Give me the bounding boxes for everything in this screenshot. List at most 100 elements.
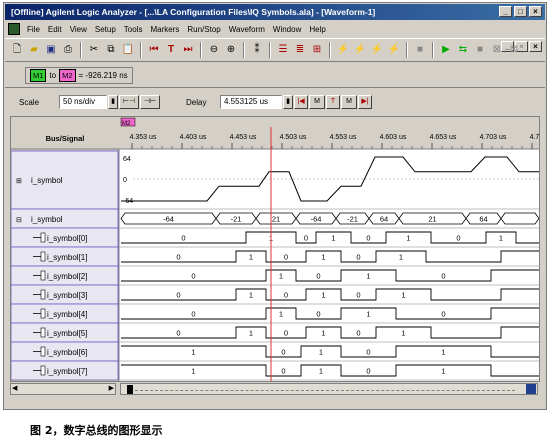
bit-value-label: 1 — [399, 253, 403, 262]
scroll-right-icon[interactable]: ▶ — [109, 384, 114, 392]
time-tick-label: 4.553 us — [330, 134, 357, 141]
bus-icon[interactable]: ≣ — [292, 42, 308, 58]
delay-marker-icon[interactable]: M — [309, 95, 325, 109]
time-tick-label: 4.603 us — [380, 134, 407, 141]
open-folder-icon[interactable]: ▰ — [26, 42, 42, 58]
delay-go-start-icon[interactable]: |◀ — [294, 95, 308, 109]
edge-icon-4[interactable]: ⚡ — [386, 42, 402, 58]
bit-value-label: 1 — [191, 367, 195, 376]
bit-value-label: 0 — [191, 272, 195, 281]
bit-value-label: 0 — [284, 291, 288, 300]
signal-icon — [40, 365, 46, 376]
run-repetitive-icon[interactable]: ⇆ — [455, 42, 471, 58]
menu-markers[interactable]: Markers — [146, 25, 183, 34]
delay-spin-icon[interactable]: ▮ — [283, 95, 293, 109]
trigger-icon[interactable]: T — [163, 42, 179, 58]
time-tick-label: 4.653 us — [430, 134, 457, 141]
time-scroll-thumb[interactable] — [127, 385, 133, 394]
figure-caption: 图 2，数字总线的图形显示 — [30, 424, 163, 437]
time-tick-label: 4.503 us — [280, 134, 307, 141]
menu-setup[interactable]: Setup — [91, 25, 120, 34]
go-start-icon[interactable]: ⏮ — [146, 42, 162, 58]
new-file-icon[interactable]: 🗋 — [9, 42, 25, 58]
insert-row-icon[interactable]: ☰ — [275, 42, 291, 58]
run-settings-icon[interactable]: ⊠ — [489, 42, 505, 58]
main-toolbar: 🗋 ▰ ▣ ⎙ ✂ ⧉ 📋 ⏮ T ⏭ ⊖ ⊕ ⁑ ☰ ≣ ⊞ ⚡ ⚡ ⚡ ⚡ … — [5, 38, 545, 62]
menu-run-stop[interactable]: Run/Stop — [183, 25, 224, 34]
bit-trace — [121, 250, 539, 263]
edge-icon-3[interactable]: ⚡ — [369, 42, 385, 58]
print-icon[interactable]: ⎙ — [60, 42, 76, 58]
bit-signal-name: i_symbol[4] — [47, 310, 87, 319]
waveform-svg: Bus/Signal M2 4.353 us 4.403 us 4.453 us 4.… — [11, 117, 539, 381]
delay-go-end-icon[interactable]: ▶| — [358, 95, 372, 109]
bit-value-label: 1 — [441, 348, 445, 357]
scroll-left-icon[interactable]: ◀ — [12, 384, 17, 392]
zoom-range-icon[interactable]: ⊣⊢ — [140, 95, 160, 109]
menu-tools[interactable]: Tools — [120, 25, 147, 34]
scale-spin-icon[interactable]: ▮ — [108, 95, 118, 109]
transition-icon[interactable]: ⊞ — [309, 42, 325, 58]
edge-icon-2[interactable]: ⚡ — [352, 42, 368, 58]
bit-value-label: 1 — [401, 291, 405, 300]
bit-value-label: 0 — [441, 310, 445, 319]
marker-bar: M1 to M2 = -926.219 ns — [5, 64, 545, 88]
analog-row-name-cell — [11, 150, 119, 210]
marker-measurement[interactable]: M1 to M2 = -926.219 ns — [25, 67, 133, 84]
cut-icon[interactable]: ✂ — [86, 42, 102, 58]
zoom-out-icon[interactable]: ⊖ — [206, 42, 222, 58]
minimize-button[interactable]: _ — [499, 6, 512, 17]
paste-icon[interactable]: 📋 — [120, 42, 136, 58]
bus-signal-name: i_symbol — [31, 215, 63, 224]
bus-value-label: 21 — [272, 215, 280, 224]
window-title: [Offline] Agilent Logic Analyzer - [...\… — [11, 7, 376, 17]
stop-icon[interactable]: ■ — [412, 42, 428, 58]
go-end-icon[interactable]: ⏭ — [180, 42, 196, 58]
menu-view[interactable]: View — [66, 25, 91, 34]
bit-value-label: 1 — [331, 234, 335, 243]
title-bar: [Offline] Agilent Logic Analyzer - [...\… — [5, 4, 545, 20]
waveform-display[interactable]: Bus/Signal M2 4.353 us 4.403 us 4.453 us 4.… — [10, 116, 540, 382]
bit-value-label: 0 — [284, 329, 288, 338]
save-icon[interactable]: ▣ — [43, 42, 59, 58]
zoom-in-icon[interactable]: ⊕ — [223, 42, 239, 58]
bit-trace — [121, 326, 539, 339]
menu-waveform[interactable]: Waveform — [225, 25, 269, 34]
bit-value-label: 1 — [249, 291, 253, 300]
delay-marker2-icon[interactable]: M — [341, 95, 357, 109]
menu-file[interactable]: File — [23, 25, 44, 34]
stop-settings-icon[interactable]: ⊠ — [506, 42, 522, 58]
zoom-fit-icon[interactable]: ⊢⊣ — [119, 95, 139, 109]
marker-m2-tag: M2 — [59, 69, 76, 82]
analog-max-label: 64 — [123, 156, 131, 163]
menu-bar: File Edit View Setup Tools Markers Run/S… — [5, 21, 545, 52]
menu-help[interactable]: Help — [305, 25, 329, 34]
menu-edit[interactable]: Edit — [44, 25, 66, 34]
stop-run-icon[interactable]: ■ — [472, 42, 488, 58]
time-tick-label: 4.403 us — [180, 134, 207, 141]
bit-value-label: 0 — [366, 234, 370, 243]
bit-value-label: 0 — [176, 329, 180, 338]
bit-value-label: 0 — [284, 253, 288, 262]
maximize-button[interactable]: □ — [514, 6, 527, 17]
delay-input[interactable]: 4.553125 us — [220, 95, 282, 109]
name-hscrollbar[interactable]: ◀ ▶ — [10, 383, 116, 395]
signal-icon — [40, 289, 46, 300]
delay-trigger-icon[interactable]: T — [326, 95, 340, 109]
time-hscrollbar[interactable] — [120, 383, 538, 395]
run-icon[interactable]: ▶ — [438, 42, 454, 58]
bit-value-label: 0 — [316, 272, 320, 281]
analog-signal-name: i_symbol — [31, 176, 63, 185]
bus-value-label: -21 — [231, 215, 242, 224]
copy-icon[interactable]: ⧉ — [103, 42, 119, 58]
menu-window[interactable]: Window — [269, 25, 305, 34]
time-scroll-end-icon[interactable] — [526, 384, 536, 394]
marker-tool-icon[interactable]: ⁑ — [249, 42, 265, 58]
app-icon[interactable] — [8, 23, 20, 35]
scale-input[interactable]: 50 ns/div — [59, 95, 107, 109]
bit-signal-name: i_symbol[2] — [47, 272, 87, 281]
close-button[interactable]: × — [529, 6, 542, 17]
edge-icon-1[interactable]: ⚡ — [335, 42, 351, 58]
bit-value-label: 0 — [356, 291, 360, 300]
marker-to-label: to — [49, 71, 57, 80]
